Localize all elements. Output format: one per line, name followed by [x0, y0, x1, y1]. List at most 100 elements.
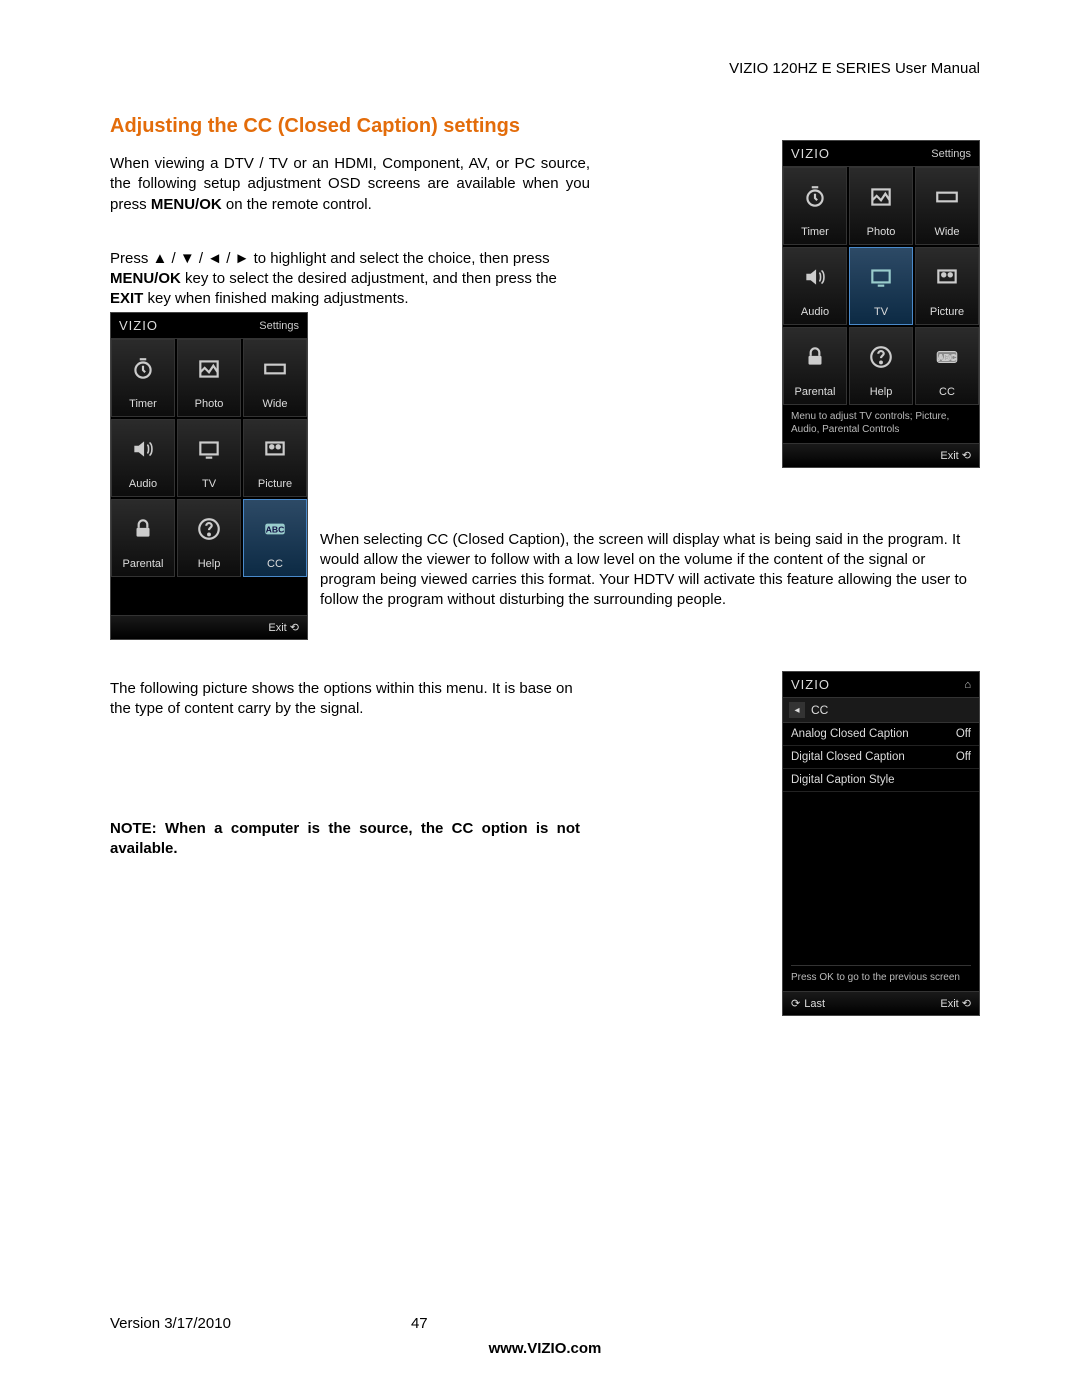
footer-page-number: 47 [411, 1315, 428, 1332]
osd-submenu-header: ◂ CC [783, 698, 979, 723]
osd-cc-option-row[interactable]: Digital Caption Style [783, 769, 979, 792]
osd-title-right: Settings [259, 320, 299, 332]
last-arrow-icon: ⟳ [791, 997, 800, 1010]
exit-arrow-icon: ⟲ [290, 622, 299, 634]
osd-cc-option-row[interactable]: Analog Closed Caption Off [783, 723, 979, 746]
help-icon [868, 328, 894, 386]
audio-icon [802, 248, 828, 306]
osd-cell-help[interactable]: Help [177, 499, 241, 577]
doc-title: VIZIO 120HZ E SERIES User Manual [729, 60, 980, 77]
osd-cell-label: TV [874, 306, 888, 318]
osd-cell-tv[interactable]: TV [849, 247, 913, 325]
osd-cell-label: Wide [262, 398, 287, 410]
osd-exit-bar: ⟳Last Exit ⟲ [783, 991, 979, 1015]
wide-icon [262, 340, 288, 398]
osd-exit-button[interactable]: Exit ⟲ [268, 621, 299, 634]
osd-cell-label: Parental [123, 558, 164, 570]
section-heading: Adjusting the CC (Closed Caption) settin… [110, 115, 980, 138]
clock-icon [130, 340, 156, 398]
osd-cell-photo[interactable]: Photo [849, 167, 913, 245]
row-value: Off [956, 751, 971, 763]
osd-status-text [111, 577, 307, 617]
cc-description-paragraph: When selecting CC (Closed Caption), the … [320, 530, 980, 611]
tv-icon [868, 248, 894, 306]
osd-cell-help[interactable]: Help [849, 327, 913, 405]
clock-icon [802, 168, 828, 226]
osd-cell-label: Picture [930, 306, 964, 318]
osd-cell-label: Timer [129, 398, 157, 410]
osd-brand: VIZIO [119, 318, 158, 333]
osd-cc-submenu: VIZIO ⌂ ◂ CC Analog Closed Caption Off D… [782, 671, 980, 1016]
wide-icon [934, 168, 960, 226]
osd-grid: Timer Photo Wide Audio [783, 167, 979, 405]
osd-cell-cc[interactable]: ABC CC [915, 327, 979, 405]
osd-cell-audio[interactable]: Audio [783, 247, 847, 325]
osd-exit-button[interactable]: Exit ⟲ [940, 449, 971, 462]
osd-settings-tv-selected: VIZIO Settings Timer Photo Wide [782, 140, 980, 468]
osd-cell-label: Audio [801, 306, 829, 318]
osd-cell-picture[interactable]: Picture [915, 247, 979, 325]
osd-cell-label: Help [198, 558, 221, 570]
footer-version: Version 3/17/2010 [110, 1315, 231, 1332]
osd-cell-tv[interactable]: TV [177, 419, 241, 497]
osd-cell-cc[interactable]: ABC CC [243, 499, 307, 577]
row-label: Digital Closed Caption [791, 751, 905, 763]
cc-icon: ABC [934, 328, 960, 386]
picture-icon [934, 248, 960, 306]
osd-cell-label: CC [939, 386, 955, 398]
manual-page: VIZIO 120HZ E SERIES User Manual Adjusti… [0, 0, 1080, 1397]
tv-icon [196, 420, 222, 478]
osd-cell-picture[interactable]: Picture [243, 419, 307, 497]
osd-titlebar: VIZIO Settings [783, 141, 979, 167]
osd-exit-button[interactable]: Exit ⟲ [940, 997, 971, 1010]
osd-cell-label: Wide [934, 226, 959, 238]
osd-cell-wide[interactable]: Wide [243, 339, 307, 417]
osd-brand: VIZIO [791, 146, 830, 161]
osd-exit-bar: Exit ⟲ [111, 615, 307, 639]
osd-hint-text: Press OK to go to the previous screen [791, 965, 971, 983]
svg-text:ABC: ABC [266, 524, 286, 534]
osd-settings-cc-selected: VIZIO Settings Timer Photo Wide [110, 312, 308, 640]
options-description-paragraph: The following picture shows the options … [110, 679, 580, 720]
osd-cell-wide[interactable]: Wide [915, 167, 979, 245]
row-value: Off [956, 728, 971, 740]
nav-paragraph: Press ▲ / ▼ / ◄ / ► to highlight and sel… [110, 249, 590, 310]
osd-cell-label: Parental [795, 386, 836, 398]
page-footer: Version 3/17/2010 47 www.VIZIO.com [110, 1315, 980, 1357]
osd-submenu-title: CC [811, 703, 828, 717]
home-icon[interactable]: ⌂ [964, 679, 971, 691]
back-arrow-icon[interactable]: ◂ [789, 702, 805, 718]
osd-cell-label: Photo [195, 398, 224, 410]
osd-cell-audio[interactable]: Audio [111, 419, 175, 497]
osd-cell-parental[interactable]: Parental [783, 327, 847, 405]
osd-cell-parental[interactable]: Parental [111, 499, 175, 577]
osd-cell-label: Photo [867, 226, 896, 238]
osd-cell-timer[interactable]: Timer [111, 339, 175, 417]
row-label: Digital Caption Style [791, 774, 895, 786]
note-paragraph: NOTE: When a computer is the source, the… [110, 819, 580, 860]
osd-grid: Timer Photo Wide Audio [111, 339, 307, 577]
help-icon [196, 500, 222, 558]
cc-icon: ABC [262, 500, 288, 558]
photo-icon [196, 340, 222, 398]
photo-icon [868, 168, 894, 226]
svg-text:ABC: ABC [938, 352, 958, 362]
osd-brand: VIZIO [791, 677, 830, 692]
osd-cell-photo[interactable]: Photo [177, 339, 241, 417]
osd-cell-label: TV [202, 478, 216, 490]
osd-cc-option-row[interactable]: Digital Closed Caption Off [783, 746, 979, 769]
exit-arrow-icon: ⟲ [962, 998, 971, 1010]
osd-cell-timer[interactable]: Timer [783, 167, 847, 245]
footer-url: www.VIZIO.com [110, 1340, 980, 1357]
picture-icon [262, 420, 288, 478]
osd-title-right: Settings [931, 148, 971, 160]
osd-cell-label: Audio [129, 478, 157, 490]
osd-cell-label: Timer [801, 226, 829, 238]
lock-icon [130, 500, 156, 558]
row-label: Analog Closed Caption [791, 728, 909, 740]
osd-last-button[interactable]: ⟳Last [791, 997, 825, 1010]
osd-titlebar: VIZIO Settings [111, 313, 307, 339]
osd-exit-bar: Exit ⟲ [783, 443, 979, 467]
osd-cell-label: Picture [258, 478, 292, 490]
audio-icon [130, 420, 156, 478]
